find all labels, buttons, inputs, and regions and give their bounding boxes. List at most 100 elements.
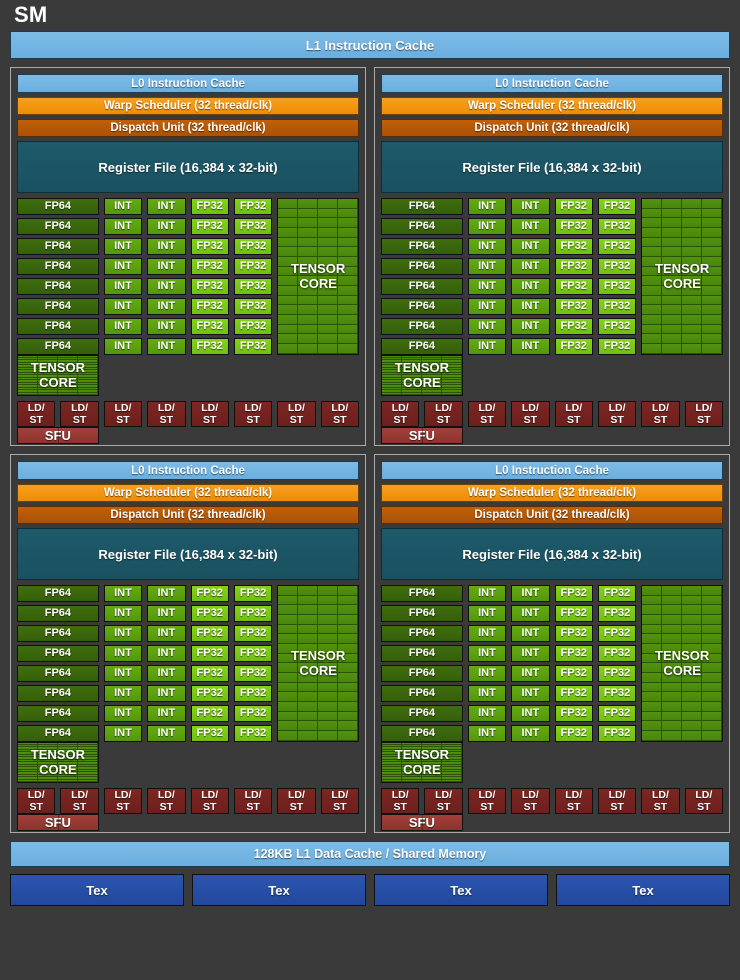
fp32-column-1: FP32 FP32 FP32 FP32 FP32 FP32 FP32 FP32 (190, 585, 229, 742)
tensor-cell (318, 247, 339, 257)
tensor-cell (338, 343, 358, 354)
tensor-cell (702, 305, 722, 315)
fp32-core: FP32 (233, 724, 273, 742)
warp-scheduler: Warp Scheduler (32 thread/clk) (17, 484, 359, 502)
ldst-label-line1: LD/ (565, 402, 583, 414)
tensor-cell (662, 208, 683, 219)
tensor-cell (702, 672, 722, 683)
fp64-column: FP64 FP64 FP64 FP64 FP64 FP64 FP64 FP64 (17, 585, 99, 742)
fp64-core: FP64 (381, 277, 463, 295)
fp32-core: FP32 (597, 684, 637, 702)
warp-scheduler: Warp Scheduler (32 thread/clk) (381, 97, 723, 115)
tensor-cell (338, 305, 358, 315)
tensor-cell (662, 624, 683, 635)
processing-block-1: L0 Instruction Cache Warp Scheduler (32 t… (10, 67, 366, 446)
tensor-cell (441, 392, 462, 395)
tensor-cell (318, 672, 339, 683)
int-core: INT (467, 337, 507, 355)
tensor-cell (338, 334, 358, 344)
tensor-cell (642, 237, 663, 248)
ldst-unit: LD/ST (597, 788, 637, 814)
tensor-cell (298, 672, 319, 683)
ldst-unit: LD/ST (641, 401, 680, 427)
tex-units-row: Tex Tex Tex Tex (10, 874, 730, 906)
ldst-label-line2: ST (29, 414, 43, 426)
tensor-cell (338, 634, 358, 644)
tensor-cell (702, 295, 722, 306)
int-core: INT (147, 664, 186, 682)
tensor-cell (642, 276, 663, 286)
int-core: INT (147, 724, 186, 742)
tensor-cell (278, 218, 299, 228)
fp32-core: FP32 (597, 198, 637, 215)
tensor-cell (298, 692, 319, 702)
fp32-core: FP32 (597, 644, 637, 662)
tensor-cell (338, 663, 358, 673)
int-core: INT (103, 644, 143, 662)
tensor-cell (278, 324, 299, 335)
tensor-cell (702, 276, 722, 286)
tensor-cell (702, 643, 722, 654)
ldst-unit: LD/ST (147, 401, 186, 427)
ldst-label-line1: LD/ (244, 402, 262, 414)
tensor-cell (318, 614, 339, 625)
ldst-label-line2: ST (436, 801, 451, 813)
tensor-core-column-1: TENSOR CORE (641, 585, 723, 742)
tensor-cell (318, 730, 339, 741)
ldst-unit: LD/ST (511, 788, 550, 814)
int-core: INT (467, 237, 507, 255)
tensor-cell (662, 199, 683, 209)
fp32-core: FP32 (597, 585, 637, 602)
tensor-cell (278, 643, 299, 654)
int-core: INT (147, 337, 186, 355)
int-core: INT (467, 257, 507, 275)
tensor-cell (642, 295, 663, 306)
ldst-label-line2: ST (653, 414, 668, 426)
fp64-core: FP64 (17, 624, 99, 642)
fp32-core: FP32 (597, 704, 637, 722)
tensor-core-column-2: TENSOR CORE (17, 354, 99, 396)
tensor-cell (298, 653, 319, 664)
fp32-core: FP32 (554, 644, 593, 662)
tensor-cell (682, 218, 703, 228)
tensor-cell (642, 256, 663, 267)
ldst-label-line1: LD/ (435, 789, 453, 801)
tensor-cell (298, 701, 319, 712)
ldst-label-line1: LD/ (435, 402, 453, 414)
fp32-core: FP32 (190, 277, 229, 295)
tensor-cell (298, 314, 319, 325)
fp32-core: FP32 (554, 257, 593, 275)
int-core: INT (103, 337, 143, 355)
int-core: INT (467, 317, 507, 335)
sfu-unit: SFU (381, 814, 463, 831)
ldst-unit: LD/ST (190, 788, 229, 814)
fp32-core: FP32 (597, 257, 637, 275)
fp64-column: FP64 FP64 FP64 FP64 FP64 FP64 FP64 FP64 (381, 585, 463, 742)
ldst-unit: LD/ST (641, 788, 680, 814)
tensor-cell (682, 653, 703, 664)
l0-instruction-cache: L0 Instruction Cache (17, 74, 359, 93)
tensor-cell (298, 305, 319, 315)
tensor-cell (318, 643, 339, 654)
tensor-cell (298, 605, 319, 615)
tensor-cell (662, 334, 683, 344)
fp32-core: FP32 (554, 684, 593, 702)
tensor-cell (298, 285, 319, 296)
tensor-cell (642, 672, 663, 683)
int-core: INT (103, 297, 143, 315)
tensor-cell (318, 586, 339, 596)
ldst-unit: LD/ST (684, 788, 723, 814)
tensor-cell (298, 295, 319, 306)
ldst-label-line1: LD/ (521, 402, 539, 414)
fp64-core: FP64 (381, 704, 463, 722)
fp32-core: FP32 (597, 624, 637, 642)
tensor-cell (642, 266, 663, 277)
tensor-cell (662, 314, 683, 325)
tensor-cell (642, 247, 663, 257)
fp64-core: FP64 (17, 664, 99, 682)
fp32-core: FP32 (233, 297, 273, 315)
fp32-core: FP32 (190, 297, 229, 315)
fp64-column: FP64 FP64 FP64 FP64 FP64 FP64 FP64 FP64 (381, 198, 463, 355)
tensor-cell (642, 605, 663, 615)
tensor-cell (642, 692, 663, 702)
